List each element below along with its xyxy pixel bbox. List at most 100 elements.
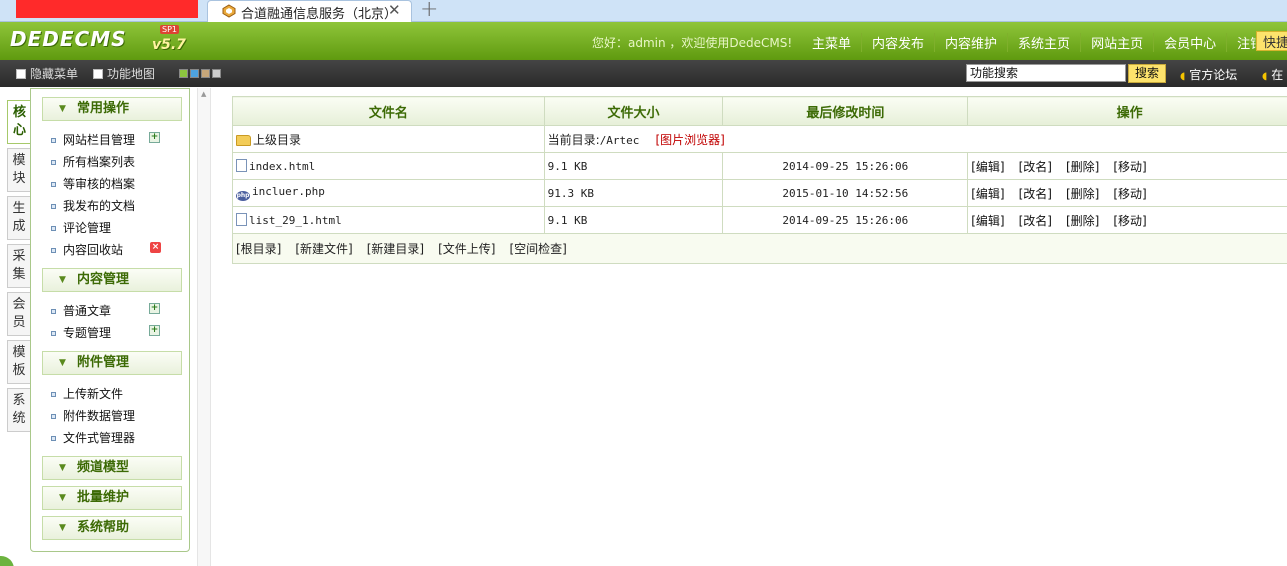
nav-content-maintain[interactable]: 内容维护 xyxy=(934,33,1007,52)
new-tab-icon[interactable]: + xyxy=(420,0,438,22)
empty-recycle-icon[interactable]: × xyxy=(150,242,161,253)
bullet-icon xyxy=(51,436,56,441)
section-title: 系统帮助 xyxy=(77,520,130,535)
section-channel-models[interactable]: ▼ 频道模型 xyxy=(42,456,182,480)
online-link[interactable]: ◖ 在 xyxy=(1262,66,1283,83)
nav-content-publish[interactable]: 内容发布 xyxy=(861,33,934,52)
move-link[interactable]: [移动] xyxy=(1113,214,1146,228)
browser-tab[interactable]: 合道融通信息服务（北京） ✕ xyxy=(207,0,412,22)
official-forum-link[interactable]: ◖ 官方论坛 xyxy=(1180,66,1237,83)
move-link[interactable]: [移动] xyxy=(1113,187,1146,201)
search-button[interactable]: 搜索 xyxy=(1128,64,1166,83)
rename-link[interactable]: [改名] xyxy=(1019,214,1052,228)
site-map-button[interactable]: 功能地图 xyxy=(93,65,155,82)
section-content-manage[interactable]: ▼ 内容管理 xyxy=(42,268,182,292)
function-search-input[interactable]: 功能搜索 xyxy=(966,64,1126,82)
file-actions-cell: [编辑] [改名] [删除] [移动] xyxy=(967,179,1287,207)
theme-gray-swatch[interactable] xyxy=(212,69,221,78)
theme-blue-swatch[interactable] xyxy=(190,69,199,78)
parent-dir-link[interactable]: 上级目录 xyxy=(232,125,545,153)
menu-item-all-archives[interactable]: 所有档案列表 xyxy=(51,153,135,170)
vtab-generate[interactable]: 生成 xyxy=(7,196,30,240)
table-header-row: 文件名 文件大小 最后修改时间 操作 xyxy=(232,96,1287,126)
nav-main-menu[interactable]: 主菜单 xyxy=(802,33,861,52)
vtab-templates[interactable]: 模板 xyxy=(7,340,30,384)
hide-menu-button[interactable]: 隐藏菜单 xyxy=(16,65,78,82)
online-label: 在 xyxy=(1271,68,1284,82)
add-topic-icon[interactable]: + xyxy=(149,325,160,336)
header-filename: 文件名 xyxy=(232,96,545,126)
panel-splitter[interactable]: ▲ xyxy=(197,88,211,566)
section-system-help[interactable]: ▼ 系统帮助 xyxy=(42,516,182,540)
scroll-up-icon[interactable]: ▲ xyxy=(201,90,206,98)
section-attachments[interactable]: ▼ 附件管理 xyxy=(42,351,182,375)
toolbar: 隐藏菜单 功能地图 功能搜索 搜索 ◖ 官方论坛 ◖ 在 xyxy=(0,60,1287,87)
menu-item-articles[interactable]: 普通文章 xyxy=(51,302,111,319)
file-name-cell[interactable]: index.html xyxy=(232,152,545,180)
hide-menu-label: 隐藏菜单 xyxy=(30,67,79,81)
vtab-members[interactable]: 会员 xyxy=(7,292,30,336)
section-title: 内容管理 xyxy=(77,272,130,287)
file-name-cell[interactable]: php incluer.php xyxy=(232,179,545,207)
menu-item-my-documents[interactable]: 我发布的文档 xyxy=(51,197,135,214)
menu-item-upload-file[interactable]: 上传新文件 xyxy=(51,385,123,402)
current-dir-cell: 当前目录:/Artec [图片浏览器] xyxy=(543,125,1287,153)
sp-badge: SP1 xyxy=(160,25,179,34)
current-dir-path: /Artec xyxy=(599,133,640,147)
new-dir-link[interactable]: [新建目录] xyxy=(367,242,424,256)
vtab-system[interactable]: 系统 xyxy=(7,388,30,432)
nav-system-home[interactable]: 系统主页 xyxy=(1007,33,1080,52)
menu-item-recycle-bin[interactable]: 内容回收站 xyxy=(51,241,123,258)
image-browser-link[interactable]: [图片浏览器] xyxy=(655,133,724,147)
vtab-modules[interactable]: 模块 xyxy=(7,148,30,192)
file-name-cell[interactable]: list_29_1.html xyxy=(232,206,545,234)
menu-item-label: 文件式管理器 xyxy=(63,431,136,445)
add-category-icon[interactable]: + xyxy=(149,132,160,143)
menu-item-file-manager[interactable]: 文件式管理器 xyxy=(51,429,135,446)
quick-button[interactable]: 快捷 xyxy=(1256,31,1287,51)
root-dir-link[interactable]: [根目录] xyxy=(236,242,281,256)
menu-item-category-manage[interactable]: 网站栏目管理 xyxy=(51,131,135,148)
rename-link[interactable]: [改名] xyxy=(1019,187,1052,201)
bullet-icon xyxy=(51,392,56,397)
collapse-arrow-icon: ▼ xyxy=(59,493,66,503)
move-link[interactable]: [移动] xyxy=(1113,160,1146,174)
footer-links-cell: [根目录] [新建文件] [新建目录] [文件上传] [空间检查] xyxy=(232,233,1287,264)
space-check-link[interactable]: [空间检查] xyxy=(510,242,567,256)
menu-item-label: 内容回收站 xyxy=(63,243,124,257)
header-actions: 操作 xyxy=(967,96,1287,126)
menu-item-topics[interactable]: 专题管理 xyxy=(51,324,111,341)
theme-brown-swatch[interactable] xyxy=(201,69,210,78)
menu-item-label: 等审核的档案 xyxy=(63,177,136,191)
section-batch-maintain[interactable]: ▼ 批量维护 xyxy=(42,486,182,510)
theme-swatches xyxy=(179,69,221,78)
version-label: v5.7 xyxy=(152,37,186,53)
vtab-core[interactable]: 核心 xyxy=(7,100,31,144)
delete-link[interactable]: [删除] xyxy=(1066,160,1099,174)
nav-site-home[interactable]: 网站主页 xyxy=(1080,33,1153,52)
delete-link[interactable]: [删除] xyxy=(1066,187,1099,201)
menu-item-label: 所有档案列表 xyxy=(63,155,136,169)
menu-item-attachment-data[interactable]: 附件数据管理 xyxy=(51,407,135,424)
menu-item-comments[interactable]: 评论管理 xyxy=(51,219,111,236)
edit-link[interactable]: [编辑] xyxy=(971,187,1004,201)
menu-item-label: 我发布的文档 xyxy=(63,199,136,213)
new-file-link[interactable]: [新建文件] xyxy=(295,242,352,256)
section-common-ops[interactable]: ▼ 常用操作 xyxy=(42,97,182,121)
browser-tab-bar: 合道融通信息服务（北京） ✕ + xyxy=(0,0,1287,22)
nav-member-center[interactable]: 会员中心 xyxy=(1153,33,1226,52)
upload-file-link[interactable]: [文件上传] xyxy=(438,242,495,256)
close-tab-icon[interactable]: ✕ xyxy=(388,1,401,19)
edit-link[interactable]: [编辑] xyxy=(971,160,1004,174)
edit-link[interactable]: [编辑] xyxy=(971,214,1004,228)
parent-dir-label: 上级目录 xyxy=(253,132,302,147)
vtab-collect[interactable]: 采集 xyxy=(7,244,30,288)
rename-link[interactable]: [改名] xyxy=(1019,160,1052,174)
add-article-icon[interactable]: + xyxy=(149,303,160,314)
menu-item-pending-archives[interactable]: 等审核的档案 xyxy=(51,175,135,192)
file-mtime-cell: 2015-01-10 14:52:56 xyxy=(722,179,969,207)
status-indicator-icon xyxy=(0,556,14,566)
theme-green-swatch[interactable] xyxy=(179,69,188,78)
delete-link[interactable]: [删除] xyxy=(1066,214,1099,228)
file-size-cell: 9.1 KB xyxy=(543,152,724,180)
